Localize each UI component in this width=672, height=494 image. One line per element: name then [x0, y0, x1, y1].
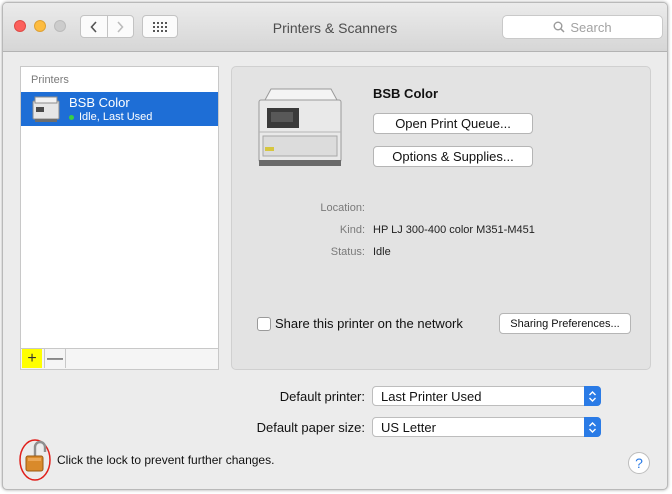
title-bar: Printers & Scanners Search: [3, 3, 667, 52]
default-printer-select[interactable]: Last Printer Used: [372, 386, 601, 406]
sharing-preferences-button[interactable]: Sharing Preferences...: [499, 313, 631, 334]
printer-list-item-status: Idle, Last Used: [69, 111, 152, 123]
status-dot-icon: [69, 114, 74, 120]
search-field[interactable]: Search: [502, 15, 663, 39]
unlocked-padlock-icon: [25, 440, 47, 472]
share-printer-label[interactable]: Share this printer on the network: [275, 316, 463, 331]
printer-list-item-name: BSB Color: [69, 95, 130, 110]
search-icon: [553, 21, 565, 33]
location-label: Location:: [320, 202, 365, 214]
kind-label: Kind:: [339, 224, 365, 236]
search-placeholder: Search: [570, 19, 612, 35]
options-supplies-button[interactable]: Options & Supplies...: [373, 146, 533, 167]
kind-value: HP LJ 300-400 color M351-M451: [373, 224, 535, 236]
status-value: Idle: [373, 246, 391, 258]
printer-image: [258, 88, 342, 166]
remove-printer-button[interactable]: —: [44, 349, 66, 368]
printers-list-header: Printers: [31, 74, 69, 86]
status-label: Status:: [330, 246, 365, 258]
share-printer-checkbox[interactable]: [257, 317, 271, 331]
printers-list: Printers BSB Color Idle, Last Used + —: [20, 66, 219, 370]
help-button[interactable]: ?: [628, 452, 650, 474]
default-paper-size-select[interactable]: US Letter: [372, 417, 601, 437]
select-arrows-icon: [584, 386, 601, 406]
default-printer-label: Default printer:: [279, 389, 365, 404]
printers-scanners-window: Printers & Scanners Search Printers BSB …: [2, 2, 668, 490]
list-toolbar: + —: [21, 348, 218, 369]
printer-detail-panel: BSB Color Open Print Queue... Options & …: [231, 66, 651, 370]
printer-name: BSB Color: [373, 86, 438, 101]
printer-thumbnail-icon: [32, 96, 60, 122]
open-print-queue-button[interactable]: Open Print Queue...: [373, 113, 533, 134]
default-paper-size-label: Default paper size:: [256, 420, 365, 435]
select-arrows-icon: [584, 417, 601, 437]
printer-list-item-status-text: Idle, Last Used: [79, 111, 153, 123]
lock-button[interactable]: [17, 435, 57, 483]
default-printer-value: Last Printer Used: [381, 389, 482, 404]
lock-message: Click the lock to prevent further change…: [57, 453, 275, 467]
default-paper-size-value: US Letter: [381, 420, 436, 435]
add-printer-button[interactable]: +: [22, 349, 42, 368]
printer-list-item[interactable]: BSB Color Idle, Last Used: [21, 92, 218, 126]
